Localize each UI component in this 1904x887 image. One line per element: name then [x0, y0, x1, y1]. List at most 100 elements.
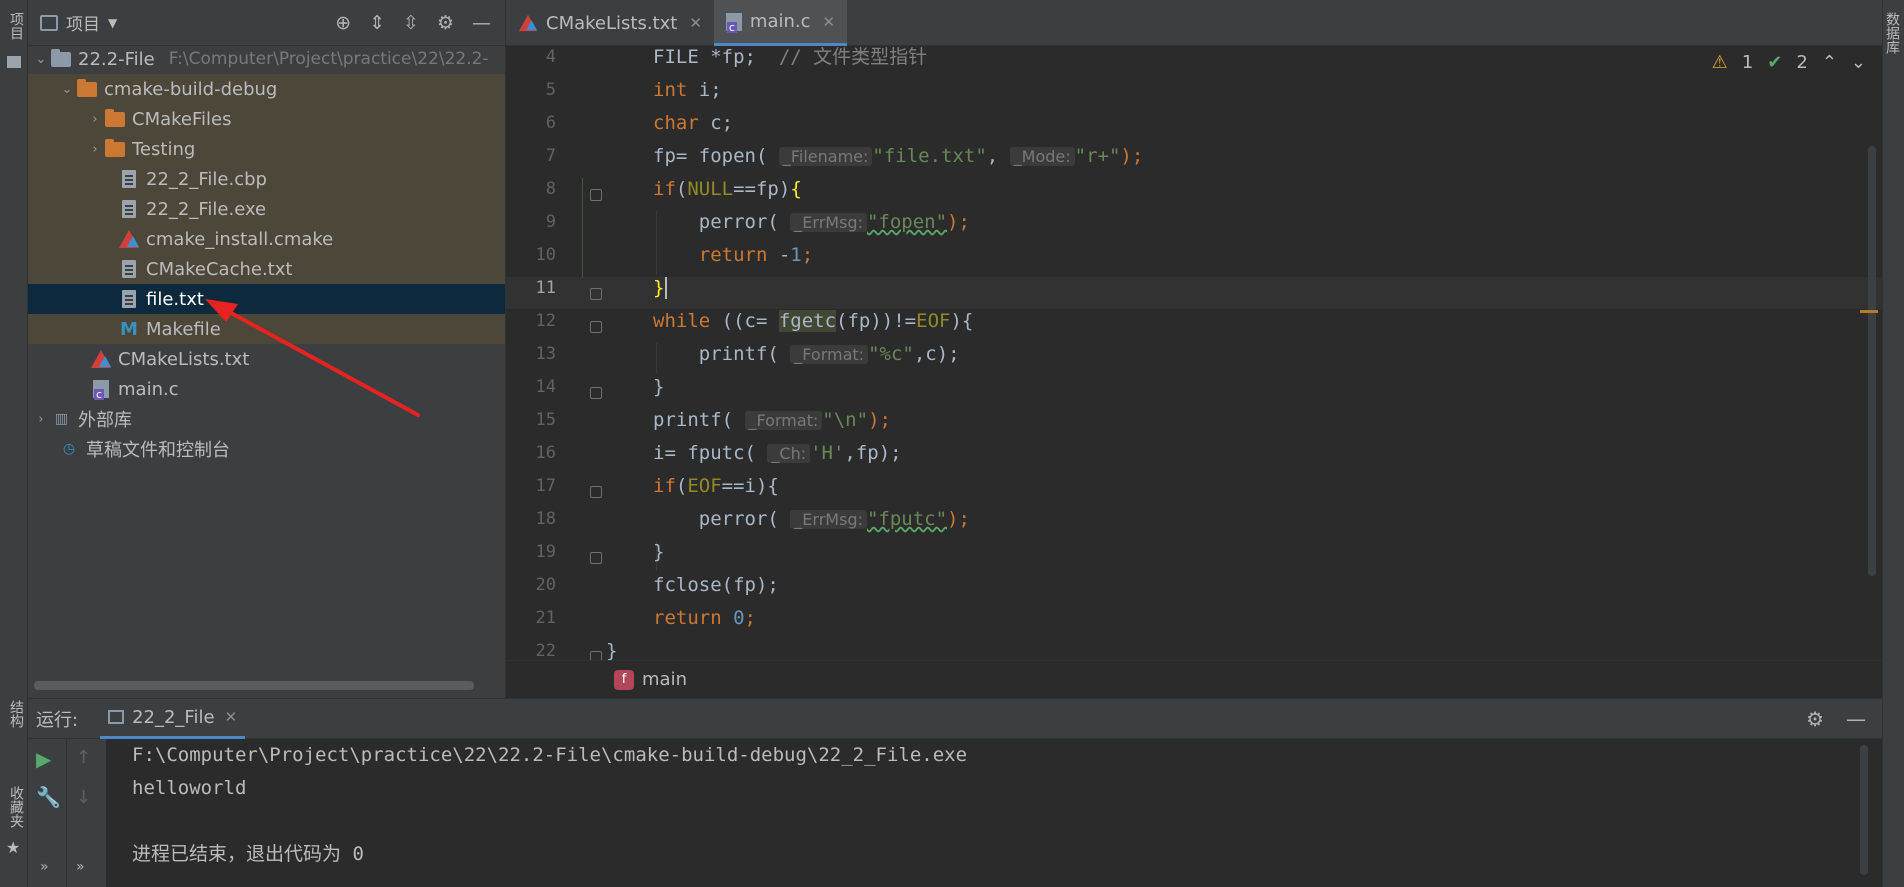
parameter-hint: _ErrMsg: [790, 213, 867, 232]
editor-tab-bar: CMakeLists.txt ✕ main.c ✕ [506, 0, 1882, 46]
change-marker [582, 178, 583, 278]
project-panel-title[interactable]: 项目 [66, 10, 100, 35]
inspection-widget[interactable]: ⚠ 1 ✔ 2 ⌃ ⌄ [1712, 52, 1866, 73]
code-line-16: i= fputc( _Ch: 'H',fp); [653, 442, 902, 464]
arrow-up-icon[interactable]: ↑ [76, 747, 91, 768]
chevron-up-icon[interactable]: ⌃ [1822, 52, 1837, 73]
chevron-down-icon[interactable]: ⌄ [58, 82, 76, 97]
tree-item-exe[interactable]: 22_2_File.exe [28, 194, 505, 224]
minimize-icon[interactable]: — [472, 12, 491, 34]
cmake-icon [119, 230, 139, 248]
editor-vertical-scrollbar[interactable] [1868, 146, 1876, 576]
line-number: 12 [535, 311, 556, 331]
fold-marker-icon[interactable] [590, 486, 602, 498]
tree-item-cmakecache[interactable]: CMakeCache.txt [28, 254, 505, 284]
tree-item-label: CMakeLists.txt [118, 348, 250, 370]
line-number: 5 [545, 80, 556, 100]
collapse-all-icon[interactable]: ⇳ [403, 12, 419, 34]
locate-icon[interactable]: ⊕ [335, 12, 351, 34]
file-icon [122, 200, 136, 218]
breadcrumb[interactable]: f main [506, 660, 1882, 698]
file-icon [122, 170, 136, 188]
tree-item-label: 外部库 [78, 410, 132, 431]
project-tool-icon[interactable] [7, 56, 21, 68]
code-line-22: } [606, 640, 618, 660]
wrench-icon[interactable]: 🔧 [36, 785, 61, 809]
left-tool-strip: 项目 结构 收藏夹 ★ [0, 0, 28, 887]
editor-gutter: 4 5 6 7 8 9 10 11 12 13 14 15 16 17 18 1… [506, 46, 602, 660]
folder-icon [105, 138, 125, 157]
tree-item-cbp[interactable]: 22_2_File.cbp [28, 164, 505, 194]
close-icon[interactable]: ✕ [823, 13, 836, 31]
more-icon[interactable]: » [40, 859, 49, 875]
parameter-hint: _Format: [790, 345, 869, 364]
tree-item-makefile[interactable]: M Makefile [28, 314, 505, 344]
code-line-13: printf( _Format: "%c",c); [653, 343, 960, 365]
tree-item-cmake-install[interactable]: cmake_install.cmake [28, 224, 505, 254]
error-stripe-marker[interactable] [1860, 310, 1878, 313]
code-line-21: return 0; [653, 607, 756, 629]
arrow-down-icon[interactable]: ↓ [76, 787, 91, 808]
line-number: 10 [535, 245, 556, 265]
close-icon[interactable]: ✕ [689, 14, 702, 32]
tree-item-testing[interactable]: › Testing [28, 134, 505, 164]
run-panel-header: 运行: 22_2_File ✕ ⚙ — [28, 699, 1882, 739]
tab-cmakelists[interactable]: CMakeLists.txt ✕ [506, 0, 714, 46]
structure-tool-tab[interactable]: 结构 [2, 700, 26, 728]
console-vertical-scrollbar[interactable] [1860, 745, 1868, 875]
console-output[interactable]: F:\Computer\Project\practice\22\22.2-Fil… [132, 739, 967, 871]
tree-item-cmake-build-debug[interactable]: ⌄ cmake-build-debug [28, 74, 505, 104]
tab-label: CMakeLists.txt [546, 12, 678, 34]
tab-label: main.c [749, 11, 811, 32]
tree-item-file-txt[interactable]: file.txt [28, 284, 505, 314]
run-tab[interactable]: 22_2_File ✕ [100, 699, 246, 739]
chevron-right-icon[interactable]: › [86, 112, 104, 127]
code-line-12: while ((c= fgetc(fp))!=EOF){ [653, 310, 974, 332]
gear-icon[interactable]: ⚙ [437, 12, 454, 34]
project-horizontal-scrollbar[interactable] [34, 681, 474, 690]
code-line-5: int i; [653, 79, 722, 101]
tree-item-label: CMakeFiles [132, 108, 232, 130]
tree-item-scratches[interactable]: ◷ 草稿文件和控制台 [28, 434, 505, 464]
more-icon[interactable]: » [76, 859, 85, 875]
breadcrumb-item[interactable]: main [642, 669, 687, 690]
chevron-down-icon[interactable]: ⌄ [32, 52, 50, 67]
tree-item-label: file.txt [146, 288, 204, 310]
fold-marker-icon[interactable] [590, 651, 602, 660]
gear-icon[interactable]: ⚙ [1806, 707, 1824, 731]
line-number: 22 [535, 641, 556, 660]
tree-item-main-c[interactable]: main.c [28, 374, 505, 404]
fold-marker-icon[interactable] [590, 321, 602, 333]
tree-item-root[interactable]: ⌄ 22.2-File F:\Computer\Project\practice… [28, 44, 505, 74]
code-line-7: fp= fopen( _Filename: "file.txt", _Mode: "… [653, 145, 1144, 167]
fold-marker-icon[interactable] [590, 552, 602, 564]
console-line: F:\Computer\Project\practice\22\22.2-Fil… [132, 744, 968, 766]
tree-item-path: F:\Computer\Project\practice\22\22.2- [168, 49, 489, 69]
parameter-hint: _ErrMsg: [790, 510, 867, 529]
database-tool-tab[interactable]: 数据库 [1884, 12, 1902, 54]
tree-item-external-libraries[interactable]: › ▥ 外部库 [28, 404, 505, 434]
tab-main-c[interactable]: main.c ✕ [713, 0, 848, 46]
tree-item-label: 22_2_File.cbp [146, 168, 267, 190]
tree-item-cmakelists[interactable]: CMakeLists.txt [28, 344, 505, 374]
console-line: helloworld [132, 777, 247, 799]
chevron-right-icon[interactable]: › [86, 142, 104, 157]
line-number: 7 [545, 146, 556, 166]
project-tool-tab[interactable]: 项目 [2, 12, 26, 40]
tree-item-cmakefiles[interactable]: › CMakeFiles [28, 104, 505, 134]
star-icon[interactable]: ★ [6, 838, 20, 857]
favorites-tool-tab[interactable]: 收藏夹 [2, 786, 26, 828]
chevron-down-icon[interactable]: ⌄ [1851, 52, 1866, 73]
rerun-icon[interactable]: ▶ [36, 747, 51, 771]
fold-marker-icon[interactable] [590, 189, 602, 201]
fold-marker-icon[interactable] [590, 387, 602, 399]
minimize-icon[interactable]: — [1846, 707, 1866, 731]
chevron-down-icon[interactable]: ▼ [108, 16, 117, 30]
close-icon[interactable]: ✕ [225, 708, 238, 726]
code-editor[interactable]: 4 5 6 7 8 9 10 11 12 13 14 15 16 17 18 1… [506, 46, 1882, 660]
expand-all-icon[interactable]: ⇕ [369, 12, 385, 34]
fold-marker-icon[interactable] [590, 288, 602, 300]
chevron-right-icon[interactable]: › [32, 412, 50, 427]
code-line-15: printf( _Format: "\n"); [653, 409, 891, 431]
